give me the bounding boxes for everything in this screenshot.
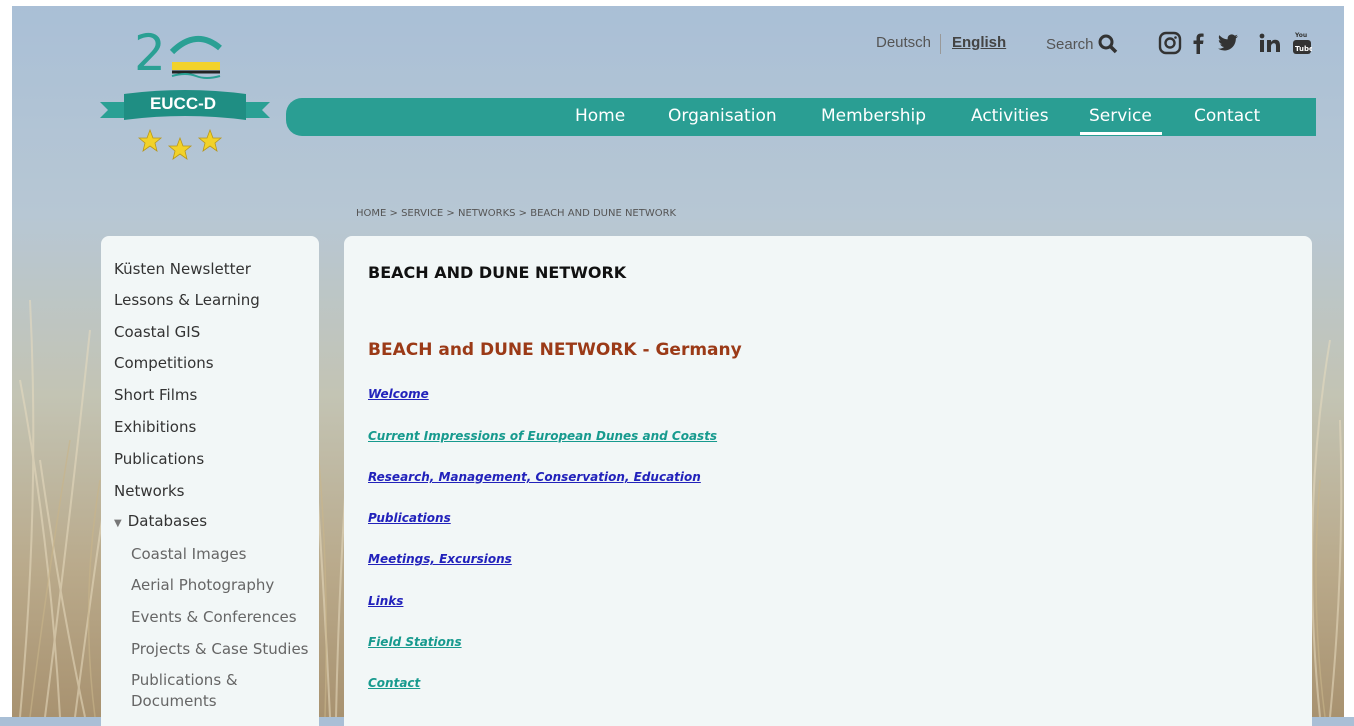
facebook-icon[interactable] bbox=[1190, 30, 1206, 56]
sidebar-item-kuesten-newsletter[interactable]: Küsten Newsletter bbox=[114, 260, 251, 278]
sidebar-item-competitions[interactable]: Competitions bbox=[114, 354, 214, 372]
youtube-icon[interactable]: You Tube bbox=[1290, 30, 1314, 56]
svg-text:You: You bbox=[1294, 32, 1307, 39]
logo-emblem-icon bbox=[169, 36, 222, 79]
logo-text: EUCC-D bbox=[149, 94, 217, 113]
sidebar-item-lessons-learning[interactable]: Lessons & Learning bbox=[114, 291, 260, 309]
sidebar-item-publications[interactable]: Publications bbox=[114, 450, 204, 468]
search-button[interactable]: Search bbox=[1046, 34, 1118, 54]
sidebar-item-networks[interactable]: Networks bbox=[114, 482, 184, 500]
instagram-icon[interactable] bbox=[1157, 30, 1183, 56]
main-navbar bbox=[286, 98, 1316, 136]
link-welcome[interactable]: Welcome bbox=[368, 387, 429, 401]
sidebar-item-databases-label: Databases bbox=[127, 512, 208, 530]
language-separator bbox=[940, 34, 941, 54]
page-frame-top bbox=[0, 0, 1354, 6]
twitter-icon[interactable] bbox=[1216, 30, 1240, 56]
page-frame-left bbox=[0, 0, 12, 717]
page-frame-right bbox=[1344, 0, 1354, 717]
sidebar-subitem-coastal-images[interactable]: Coastal Images bbox=[131, 545, 246, 563]
sidebar-item-exhibitions[interactable]: Exhibitions bbox=[114, 418, 196, 436]
search-icon bbox=[1098, 34, 1117, 54]
nav-activities[interactable]: Activities bbox=[971, 106, 1049, 126]
link-field-stations[interactable]: Field Stations bbox=[368, 635, 462, 649]
link-publications[interactable]: Publications bbox=[368, 511, 451, 525]
sidebar-subitem-projects-case-studies[interactable]: Projects & Case Studies bbox=[131, 640, 309, 658]
nav-home[interactable]: Home bbox=[575, 106, 625, 126]
sidebar-subitem-aerial-photography[interactable]: Aerial Photography bbox=[131, 576, 274, 594]
link-current-impressions[interactable]: Current Impressions of European Dunes an… bbox=[368, 429, 717, 443]
sidebar-subitem-publications-documents[interactable]: Publications & bbox=[131, 671, 238, 689]
sidebar-item-coastal-gis[interactable]: Coastal GIS bbox=[114, 323, 200, 341]
page-title: BEACH AND DUNE NETWORK bbox=[368, 263, 627, 282]
linkedin-icon[interactable] bbox=[1258, 30, 1282, 56]
search-label: Search bbox=[1046, 35, 1094, 53]
nav-organisation[interactable]: Organisation bbox=[668, 106, 777, 126]
breadcrumb[interactable]: HOME > SERVICE > NETWORKS > BEACH AND DU… bbox=[356, 208, 676, 219]
logo-number: 2 bbox=[134, 24, 166, 82]
language-deutsch-link[interactable]: Deutsch bbox=[876, 34, 931, 51]
svg-text:Tube: Tube bbox=[1295, 45, 1312, 53]
logo-stars-icon bbox=[138, 128, 223, 160]
nav-membership[interactable]: Membership bbox=[821, 106, 926, 126]
link-research-management[interactable]: Research, Management, Conservation, Educ… bbox=[368, 470, 701, 484]
nav-active-indicator bbox=[1080, 132, 1162, 135]
sidebar-subitem-publications-documents-line2[interactable]: Documents bbox=[131, 692, 217, 710]
sidebar-item-short-films[interactable]: Short Films bbox=[114, 386, 197, 404]
network-subtitle: BEACH and DUNE NETWORK - Germany bbox=[368, 340, 742, 360]
link-links[interactable]: Links bbox=[368, 594, 403, 608]
nav-contact[interactable]: Contact bbox=[1194, 106, 1260, 126]
link-contact[interactable]: Contact bbox=[368, 676, 420, 690]
link-meetings-excursions[interactable]: Meetings, Excursions bbox=[368, 552, 512, 566]
expand-triangle-icon: ▼ bbox=[114, 518, 122, 529]
nav-service[interactable]: Service bbox=[1089, 106, 1152, 126]
language-english-link[interactable]: English bbox=[952, 34, 1006, 51]
sidebar-subitem-events-conferences[interactable]: Events & Conferences bbox=[131, 608, 297, 626]
eucc-d-logo[interactable]: 2 EUCC-D bbox=[100, 24, 270, 164]
sidebar-item-databases[interactable]: ▼ Databases bbox=[114, 512, 207, 530]
